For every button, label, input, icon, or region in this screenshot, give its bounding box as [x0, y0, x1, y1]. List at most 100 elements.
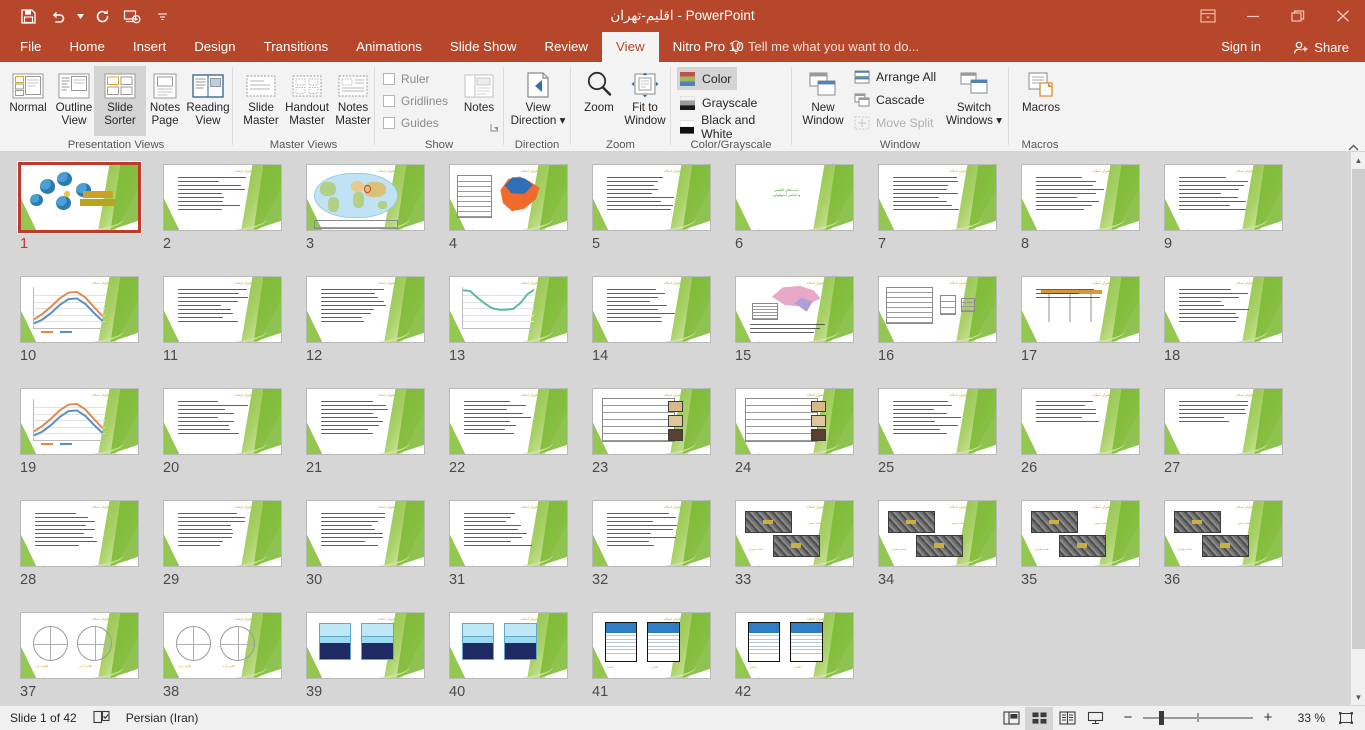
slide-thumbnail-cell[interactable]: عنوان اسلاید22 — [441, 388, 584, 500]
slide-thumbnail[interactable]: عنوان اسلاید — [878, 276, 997, 343]
zoom-percentage[interactable]: 33 % — [1283, 711, 1325, 725]
slide-thumbnail[interactable]: عنوان اسلاید — [20, 500, 139, 567]
slide-show-status-button[interactable] — [1081, 707, 1109, 730]
tab-file[interactable]: File — [6, 32, 55, 62]
slide-master-button[interactable]: Slide Master — [235, 66, 287, 136]
slide-thumbnail[interactable]: عنوان اسلاید — [306, 500, 425, 567]
tab-slide-show[interactable]: Slide Show — [436, 32, 531, 62]
slide-thumbnail[interactable]: عنوان اسلاید — [1021, 276, 1140, 343]
vertical-scrollbar[interactable]: ▲ ▼ — [1350, 152, 1365, 705]
slide-thumbnail-cell[interactable]: عنوان اسلاید10 — [12, 276, 155, 388]
start-from-beginning-icon[interactable] — [118, 3, 146, 29]
scroll-down-icon[interactable]: ▼ — [1351, 689, 1365, 705]
slide-thumbnail[interactable]: عنوان اسلایدنقشه شهرنقشه هوایی — [878, 500, 997, 567]
slide-thumbnail[interactable]: عنوان اسلاید — [306, 612, 425, 679]
slide-sorter-pane[interactable]: 1عنوان اسلاید2عنوان اسلاید3عنوان اسلاید4… — [0, 152, 1365, 705]
tab-animations[interactable]: Animations — [342, 32, 436, 62]
slide-thumbnail[interactable]: عنوان اسلایدنقشه شهرنقشه هوایی — [735, 500, 854, 567]
tab-insert[interactable]: Insert — [119, 32, 180, 62]
slide-thumbnail-cell[interactable]: عنوان اسلاید30 — [298, 500, 441, 612]
slide-thumbnail[interactable]: عنوان اسلاید — [592, 500, 711, 567]
restore-icon[interactable] — [1275, 0, 1320, 32]
reading-view-status-button[interactable] — [1053, 707, 1081, 730]
slide-thumbnail[interactable]: عنوان اسلاید — [1021, 388, 1140, 455]
tab-review[interactable]: Review — [530, 32, 602, 62]
outline-view-button[interactable]: Outline View — [48, 66, 100, 136]
slide-thumbnail-cell[interactable]: عنوان اسلاید15 — [727, 276, 870, 388]
slide-thumbnail[interactable]: عنوان اسلاید — [735, 388, 854, 455]
slide-thumbnail-cell[interactable]: عنوان اسلاید3 — [298, 164, 441, 276]
minimize-icon[interactable] — [1230, 0, 1275, 32]
handout-master-button[interactable]: Handout Master — [281, 66, 333, 136]
slide-thumbnail-cell[interactable]: عنوان اسلاید27 — [1156, 388, 1299, 500]
black-and-white-option[interactable]: Black and White — [677, 115, 791, 138]
slide-counter[interactable]: Slide 1 of 42 — [10, 711, 77, 725]
slide-thumbnail-cell[interactable]: عنوان اسلاید16 — [870, 276, 1013, 388]
slide-thumbnail-cell[interactable]: عنوان اسلاید32 — [584, 500, 727, 612]
save-icon[interactable] — [14, 3, 42, 29]
undo-icon[interactable] — [44, 3, 72, 29]
slide-thumbnail-cell[interactable]: عنوان اسلاید26 — [1013, 388, 1156, 500]
slide-thumbnail[interactable]: عنوان اسلایدنقشه شهرنقشه هوایی — [1164, 500, 1283, 567]
slide-thumbnail[interactable]: عنوان اسلاید — [20, 388, 139, 455]
gridlines-checkbox[interactable]: Gridlines — [383, 90, 448, 111]
share-button[interactable]: Share — [1285, 32, 1357, 62]
slide-thumbnail[interactable]: پدیده‌های اقلیمیو عناصر آب‌وهوایی — [735, 164, 854, 231]
slide-thumbnail-cell[interactable]: عنوان اسلایدنقشه شهرنقشه هوایی33 — [727, 500, 870, 612]
slide-thumbnail[interactable]: عنوان اسلاید — [306, 388, 425, 455]
arrange-all-button[interactable]: Arrange All — [854, 66, 936, 88]
slide-thumbnail-cell[interactable]: عنوان اسلایدنقشه شهرنقشه هوایی36 — [1156, 500, 1299, 612]
ribbon-display-options-icon[interactable] — [1185, 0, 1230, 32]
normal-view-button[interactable]: Normal — [2, 66, 54, 136]
color-option[interactable]: Color — [677, 67, 737, 90]
slide-thumbnail-cell[interactable]: عنوان اسلاید5 — [584, 164, 727, 276]
slide-thumbnail[interactable]: عنوان اسلاید — [20, 276, 139, 343]
slide-thumbnail[interactable]: عنوان اسلاید — [878, 388, 997, 455]
slide-thumbnail-cell[interactable]: عنوان اسلاید2 — [155, 164, 298, 276]
switch-windows-button[interactable]: Switch Windows ▾ — [942, 66, 1006, 136]
slide-thumbnail-cell[interactable]: عنوان اسلاید13 — [441, 276, 584, 388]
slide-thumbnail-cell[interactable]: عنوان اسلاید8 — [1013, 164, 1156, 276]
cascade-button[interactable]: Cascade — [854, 89, 925, 111]
new-window-button[interactable]: New Window — [794, 66, 852, 136]
slide-thumbnail-cell[interactable]: عنوان اسلاید20 — [155, 388, 298, 500]
slide-thumbnail-cell[interactable]: عنوان اسلاید18 — [1156, 276, 1299, 388]
accessibility-checker-icon[interactable] — [93, 710, 110, 727]
slide-thumbnail-cell[interactable]: عنوان اسلایداقلیم سرداقلیم گرم38 — [155, 612, 298, 705]
reading-view-button[interactable]: Reading View — [180, 66, 236, 136]
slide-thumbnail-cell[interactable]: عنوان اسلاید40 — [441, 612, 584, 705]
slide-thumbnail[interactable]: عنوان اسلاید — [1164, 276, 1283, 343]
slide-thumbnail-cell[interactable]: پدیده‌های اقلیمیو عناصر آب‌وهوایی6 — [727, 164, 870, 276]
slide-thumbnail-cell[interactable]: عنوان اسلاید9 — [1156, 164, 1299, 276]
slide-thumbnail-cell[interactable]: عنوان اسلایداقلیم سرداقلیم گرم37 — [12, 612, 155, 705]
ruler-checkbox[interactable]: Ruler — [383, 68, 429, 89]
slide-thumbnail-cell[interactable]: عنوان اسلاید4 — [441, 164, 584, 276]
slide-thumbnail-cell[interactable]: عنوان اسلاید17 — [1013, 276, 1156, 388]
slide-thumbnail[interactable]: عنوان اسلاید — [1021, 164, 1140, 231]
slide-thumbnail-cell[interactable]: عنوان اسلایداقلیماقلیم41 — [584, 612, 727, 705]
slide-thumbnail-cell[interactable]: عنوان اسلاید28 — [12, 500, 155, 612]
slide-thumbnail[interactable] — [18, 162, 141, 233]
close-icon[interactable] — [1320, 0, 1365, 32]
tab-view[interactable]: View — [602, 32, 659, 62]
slide-thumbnail[interactable]: عنوان اسلاید — [163, 276, 282, 343]
tab-design[interactable]: Design — [180, 32, 249, 62]
zoom-button[interactable]: Zoom — [573, 66, 625, 136]
tab-home[interactable]: Home — [55, 32, 118, 62]
slide-thumbnail[interactable]: عنوان اسلاید — [163, 388, 282, 455]
show-dialog-launcher[interactable] — [490, 123, 499, 134]
slide-thumbnail-cell[interactable]: عنوان اسلاید23 — [584, 388, 727, 500]
tab-transitions[interactable]: Transitions — [250, 32, 343, 62]
customize-quick-access-toolbar-icon[interactable] — [148, 3, 176, 29]
slide-thumbnail-cell[interactable]: عنوان اسلاید12 — [298, 276, 441, 388]
scroll-up-icon[interactable]: ▲ — [1351, 152, 1365, 168]
slide-thumbnail[interactable]: عنوان اسلایداقلیم سرداقلیم گرم — [20, 612, 139, 679]
undo-dropdown-caret-icon[interactable] — [74, 3, 86, 29]
slide-thumbnail-cell[interactable]: عنوان اسلایدنقشه شهرنقشه هوایی35 — [1013, 500, 1156, 612]
slide-thumbnail[interactable]: عنوان اسلایداقلیماقلیم — [735, 612, 854, 679]
slide-thumbnail-cell[interactable]: عنوان اسلایدنقشه شهرنقشه هوایی34 — [870, 500, 1013, 612]
slide-thumbnail[interactable]: عنوان اسلاید — [592, 164, 711, 231]
language-indicator[interactable]: Persian (Iran) — [126, 711, 199, 725]
zoom-slider-handle[interactable] — [1159, 711, 1164, 725]
zoom-out-button[interactable]: − — [1121, 711, 1135, 725]
